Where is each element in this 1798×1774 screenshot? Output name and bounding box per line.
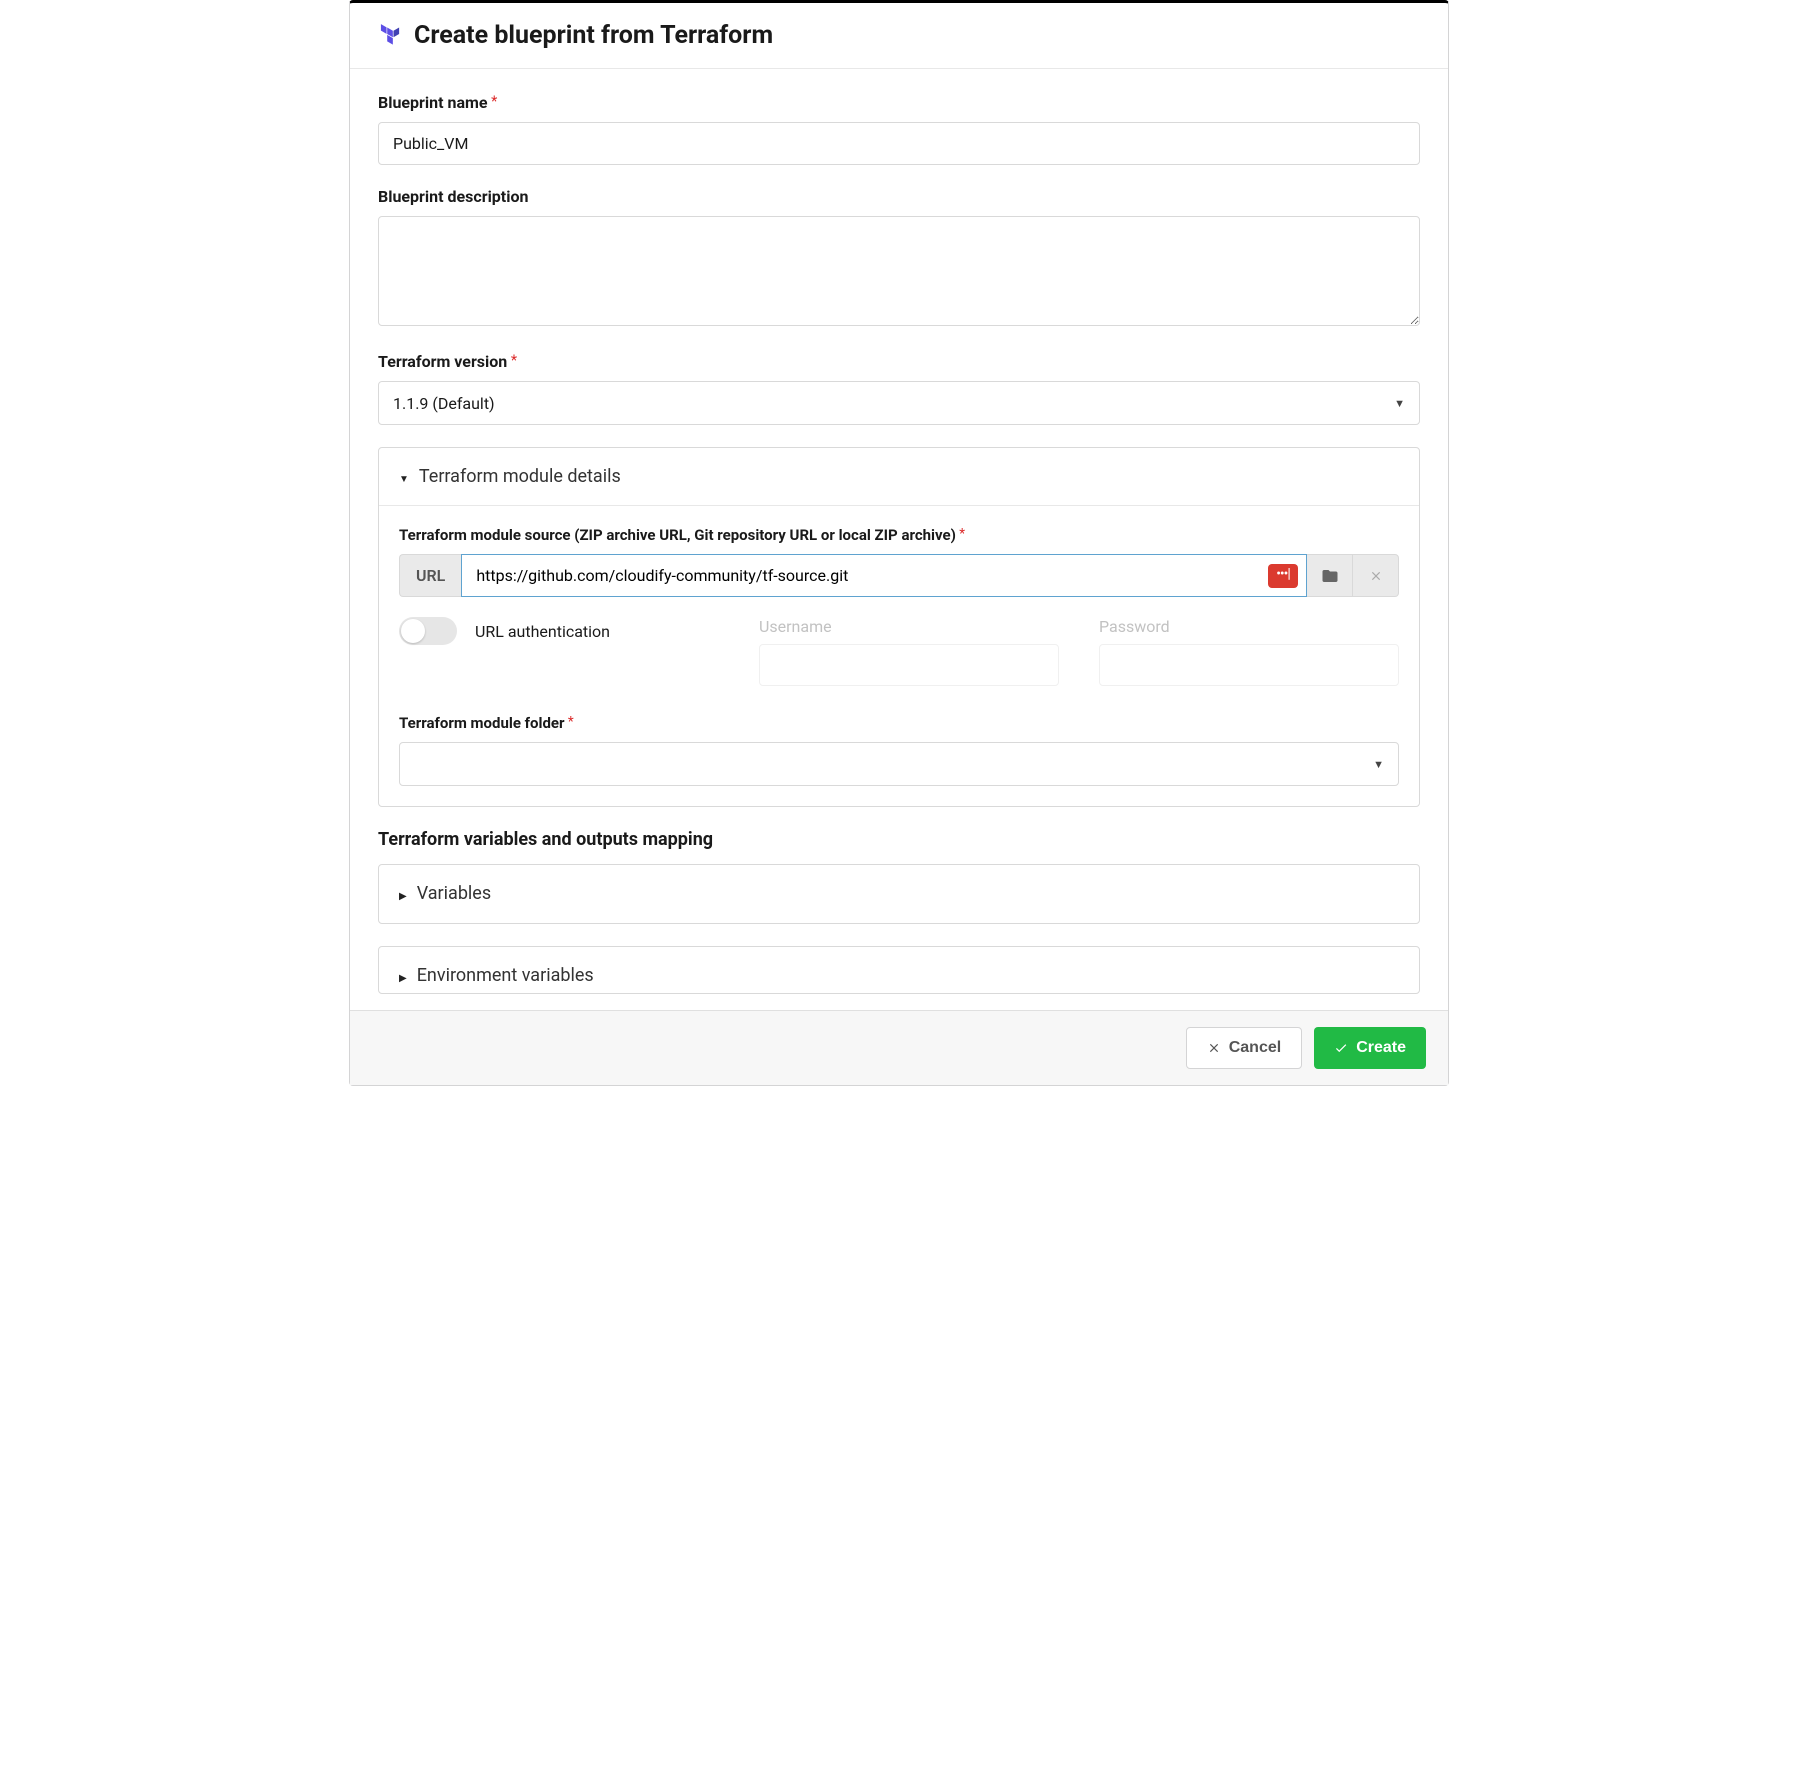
url-auth-toggle[interactable]: [399, 617, 457, 645]
terraform-blueprint-dialog: Create blueprint from Terraform Blueprin…: [349, 0, 1449, 1086]
module-details-body: Terraform module source (ZIP archive URL…: [379, 506, 1419, 806]
module-details-title: Terraform module details: [419, 466, 621, 487]
dialog-footer: Cancel Create: [350, 1010, 1448, 1085]
close-icon: [1369, 569, 1383, 583]
module-details-card: Terraform module details Terraform modul…: [378, 447, 1420, 807]
url-auth-toggle-group: URL authentication: [399, 617, 719, 645]
variables-title: Variables: [417, 883, 491, 904]
username-label: Username: [759, 617, 1059, 636]
clear-url-button[interactable]: [1353, 554, 1399, 597]
dialog-header: Create blueprint from Terraform: [350, 3, 1448, 69]
chevron-down-icon: ▼: [1394, 397, 1405, 410]
username-input: [759, 644, 1059, 686]
url-prefix-label: URL: [399, 554, 461, 597]
dialog-title: Create blueprint from Terraform: [414, 21, 773, 50]
module-source-input[interactable]: [462, 555, 1268, 596]
password-label: Password: [1099, 617, 1399, 636]
url-auth-label: URL authentication: [475, 622, 610, 641]
blueprint-name-label: Blueprint name: [378, 93, 1420, 112]
terraform-version-label: Terraform version: [378, 352, 1420, 371]
variables-card: Variables: [378, 864, 1420, 924]
url-input-container: •••|: [461, 554, 1307, 597]
dialog-body: Blueprint name Blueprint description Ter…: [350, 69, 1448, 1010]
blueprint-name-field: Blueprint name: [378, 93, 1420, 165]
terraform-version-field: Terraform version 1.1.9 (Default) ▼: [378, 352, 1420, 425]
password-input: [1099, 644, 1399, 686]
env-variables-title: Environment variables: [417, 965, 594, 986]
terraform-version-value: 1.1.9 (Default): [393, 394, 495, 413]
url-secret-button[interactable]: •••|: [1268, 564, 1298, 588]
cancel-label: Cancel: [1229, 1039, 1281, 1057]
module-folder-select[interactable]: ▼: [399, 742, 1399, 786]
chevron-down-icon: ▼: [1373, 758, 1384, 771]
env-variables-card: Environment variables: [378, 946, 1420, 994]
module-source-label: Terraform module source (ZIP archive URL…: [399, 526, 1399, 544]
terraform-version-select[interactable]: 1.1.9 (Default) ▼: [378, 381, 1420, 425]
check-icon: [1334, 1041, 1348, 1055]
blueprint-description-field: Blueprint description: [378, 187, 1420, 330]
create-button[interactable]: Create: [1314, 1027, 1426, 1069]
module-folder-field: Terraform module folder ▼: [399, 714, 1399, 786]
username-field: Username: [759, 617, 1059, 686]
browse-file-button[interactable]: [1307, 554, 1353, 597]
blueprint-description-label: Blueprint description: [378, 187, 1420, 206]
terraform-icon: [378, 23, 404, 49]
variables-section-heading: Terraform variables and outputs mapping: [378, 829, 1420, 850]
password-field: Password: [1099, 617, 1399, 686]
variables-header[interactable]: Variables: [379, 865, 1419, 923]
folder-open-icon: [1321, 567, 1339, 585]
url-auth-row: URL authentication Username Password: [399, 617, 1399, 686]
cancel-button[interactable]: Cancel: [1186, 1027, 1302, 1069]
create-label: Create: [1356, 1039, 1406, 1057]
blueprint-name-input[interactable]: [378, 122, 1420, 165]
module-folder-label: Terraform module folder: [399, 714, 1399, 732]
blueprint-description-input[interactable]: [378, 216, 1420, 326]
expand-icon: [399, 883, 407, 904]
collapse-icon: [399, 466, 409, 487]
module-details-header[interactable]: Terraform module details: [379, 448, 1419, 506]
env-variables-header[interactable]: Environment variables: [379, 947, 1419, 993]
close-icon: [1207, 1041, 1221, 1055]
module-source-row: URL •••|: [399, 554, 1399, 597]
expand-icon: [399, 965, 407, 986]
